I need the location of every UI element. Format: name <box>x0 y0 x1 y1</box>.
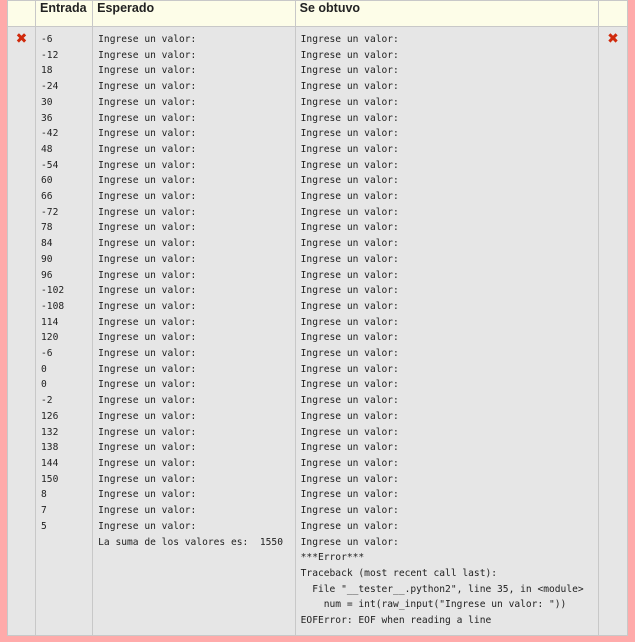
cross-icon: ✖ <box>15 31 28 47</box>
status-cell-right: ✖ <box>597 26 629 636</box>
header-row: Entrada Esperado Se obtuvo <box>6 0 629 27</box>
expected-cell: Ingrese un valor: Ingrese un valor: Ingr… <box>92 26 296 636</box>
mark2-column-header <box>597 0 629 27</box>
cross-icon: ✖ <box>607 31 619 47</box>
mark-column-header <box>6 0 37 27</box>
input-cell: -6 -12 18 -24 30 36 -42 48 -54 60 66 -72… <box>35 26 94 636</box>
input-column-header: Entrada <box>35 0 94 27</box>
got-cell: Ingrese un valor: Ingrese un valor: Ingr… <box>294 26 599 636</box>
status-cell: ✖ <box>6 26 37 636</box>
input-text: -6 -12 18 -24 30 36 -42 48 -54 60 66 -72… <box>41 34 65 532</box>
table-row: ✖ -6 -12 18 -24 30 36 -42 48 -54 60 66 -… <box>6 26 629 636</box>
got-text: Ingrese un valor: Ingrese un valor: Ingr… <box>300 34 584 627</box>
results-table: Entrada Esperado Se obtuvo ✖ -6 -12 18 -… <box>6 0 629 636</box>
expected-text: Ingrese un valor: Ingrese un valor: Ingr… <box>98 34 283 548</box>
got-column-header: Se obtuvo <box>294 0 599 27</box>
expected-column-header: Esperado <box>92 0 296 27</box>
